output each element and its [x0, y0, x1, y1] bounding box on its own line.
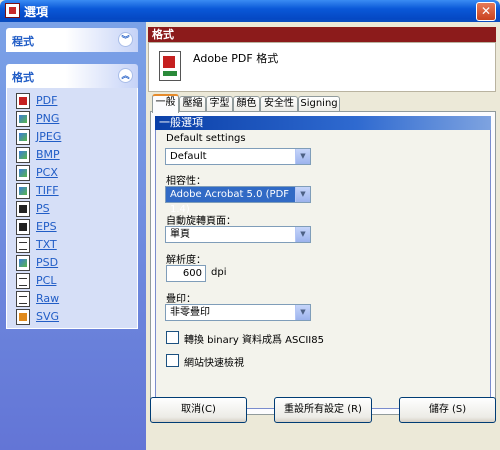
auto-rotate-value: 單頁 — [170, 229, 190, 240]
program-panel-title: 程式 — [12, 35, 34, 48]
general-options-group: Default settings Default ▼ 相容性： Adobe Ac… — [155, 130, 491, 409]
txt-file-icon — [16, 237, 30, 253]
window-title: 選項 — [24, 5, 49, 19]
svg-file-icon — [16, 309, 30, 325]
tab-signing[interactable]: Signing — [298, 96, 340, 112]
tab-fonts[interactable]: 字型 — [206, 96, 233, 112]
fast-web-view-checkbox[interactable] — [166, 354, 179, 367]
save-button[interactable]: 儲存 (S) — [399, 397, 496, 423]
raw-file-icon — [16, 291, 30, 307]
format-panel-header[interactable]: 格式 ︽ — [6, 64, 138, 88]
overprint-value: 非零疊印 — [170, 307, 210, 318]
chevron-down-icon[interactable]: ▼ — [295, 149, 310, 164]
format-panel-title: 格式 — [12, 71, 34, 84]
sidebar-item-label[interactable]: EPS — [36, 220, 57, 233]
jpeg-file-icon — [16, 129, 30, 145]
overprint-label: 疊印： — [166, 294, 196, 305]
default-settings-select[interactable]: Default ▼ — [165, 148, 311, 165]
program-panel-header[interactable]: 程式 ︾ — [6, 28, 138, 52]
section-title: 格式 — [148, 27, 496, 42]
format-list: PDF PNG JPEG BMP PCX TIFF PS EPS TXT PSD… — [6, 88, 138, 329]
auto-rotate-select[interactable]: 單頁 ▼ — [165, 226, 311, 243]
compatibility-select[interactable]: Adobe Acrobat 5.0 (PDF 1.4) ▼ — [165, 186, 311, 215]
cancel-button[interactable]: 取消(C) — [150, 397, 247, 423]
pcl-file-icon — [16, 273, 30, 289]
reset-all-button[interactable]: 重設所有設定 (R) — [274, 397, 372, 423]
app-icon — [5, 3, 20, 18]
sidebar-item-label[interactable]: PSD — [36, 256, 58, 269]
sidebar-item-label[interactable]: JPEG — [36, 130, 61, 143]
format-info: Adobe PDF 格式 — [148, 42, 496, 92]
default-settings-label: Default settings — [166, 133, 246, 144]
tab-page-general: 一般選項 Default settings Default ▼ 相容性： Ado… — [150, 111, 496, 415]
sidebar-item-label[interactable]: TXT — [36, 238, 57, 251]
tab-colors[interactable]: 顏色 — [233, 96, 260, 112]
sidebar-item-label[interactable]: TIFF — [36, 184, 59, 197]
close-button[interactable]: ✕ — [476, 2, 496, 21]
group-title: 一般選項 — [155, 116, 491, 130]
tab-security[interactable]: 安全性 — [260, 96, 298, 112]
tab-bar: 一般 壓縮 字型 顏色 安全性 Signing — [150, 94, 496, 113]
chevron-down-icon[interactable]: ▼ — [295, 227, 310, 242]
sidebar-item-label[interactable]: BMP — [36, 148, 60, 161]
resolution-input[interactable]: 600 — [166, 265, 206, 282]
fast-web-view-label[interactable]: 網站快速檢視 — [184, 354, 244, 369]
pdf-document-icon — [159, 51, 181, 81]
ascii85-checkbox[interactable] — [166, 331, 179, 344]
sidebar-item-label[interactable]: PCL — [36, 274, 56, 287]
bmp-file-icon — [16, 147, 30, 163]
auto-rotate-label: 自動旋轉頁面： — [166, 216, 236, 227]
chevron-down-icon[interactable]: ▼ — [295, 305, 310, 320]
sidebar-item-label[interactable]: PDF — [36, 94, 57, 107]
main-content: 格式 Adobe PDF 格式 一般 壓縮 字型 顏色 安全性 Signing … — [146, 22, 500, 450]
sidebar-item-label[interactable]: PCX — [36, 166, 58, 179]
format-name: Adobe PDF 格式 — [193, 52, 279, 65]
default-settings-value: Default — [170, 151, 207, 162]
chevron-down-icon[interactable]: ▼ — [295, 187, 310, 202]
ascii85-label[interactable]: 轉換 binary 資料成爲 ASCII85 — [184, 331, 324, 346]
sidebar-item-label[interactable]: PS — [36, 202, 50, 215]
chevron-down-icon[interactable]: ︾ — [118, 32, 133, 47]
pcx-file-icon — [16, 165, 30, 181]
sidebar-item-label[interactable]: SVG — [36, 310, 59, 323]
resolution-unit: dpi — [211, 267, 227, 278]
sidebar: 程式 ︾ 格式 ︽ PDF PNG JPEG BMP PCX TIFF PS E… — [0, 22, 146, 450]
compatibility-label: 相容性： — [166, 176, 206, 187]
title-bar: 選項 ✕ — [0, 0, 500, 22]
pdf-file-icon — [16, 93, 30, 109]
ps-file-icon — [16, 201, 30, 217]
eps-file-icon — [16, 219, 30, 235]
resolution-label: 解析度： — [166, 255, 206, 266]
tiff-file-icon — [16, 183, 30, 199]
sidebar-item-label[interactable]: Raw — [36, 292, 59, 305]
sidebar-item-label[interactable]: PNG — [36, 112, 59, 125]
png-file-icon — [16, 111, 30, 127]
tab-compression[interactable]: 壓縮 — [179, 96, 206, 112]
tab-general[interactable]: 一般 — [152, 94, 179, 113]
overprint-select[interactable]: 非零疊印 ▼ — [165, 304, 311, 321]
psd-file-icon — [16, 255, 30, 271]
chevron-up-icon[interactable]: ︽ — [118, 68, 133, 83]
